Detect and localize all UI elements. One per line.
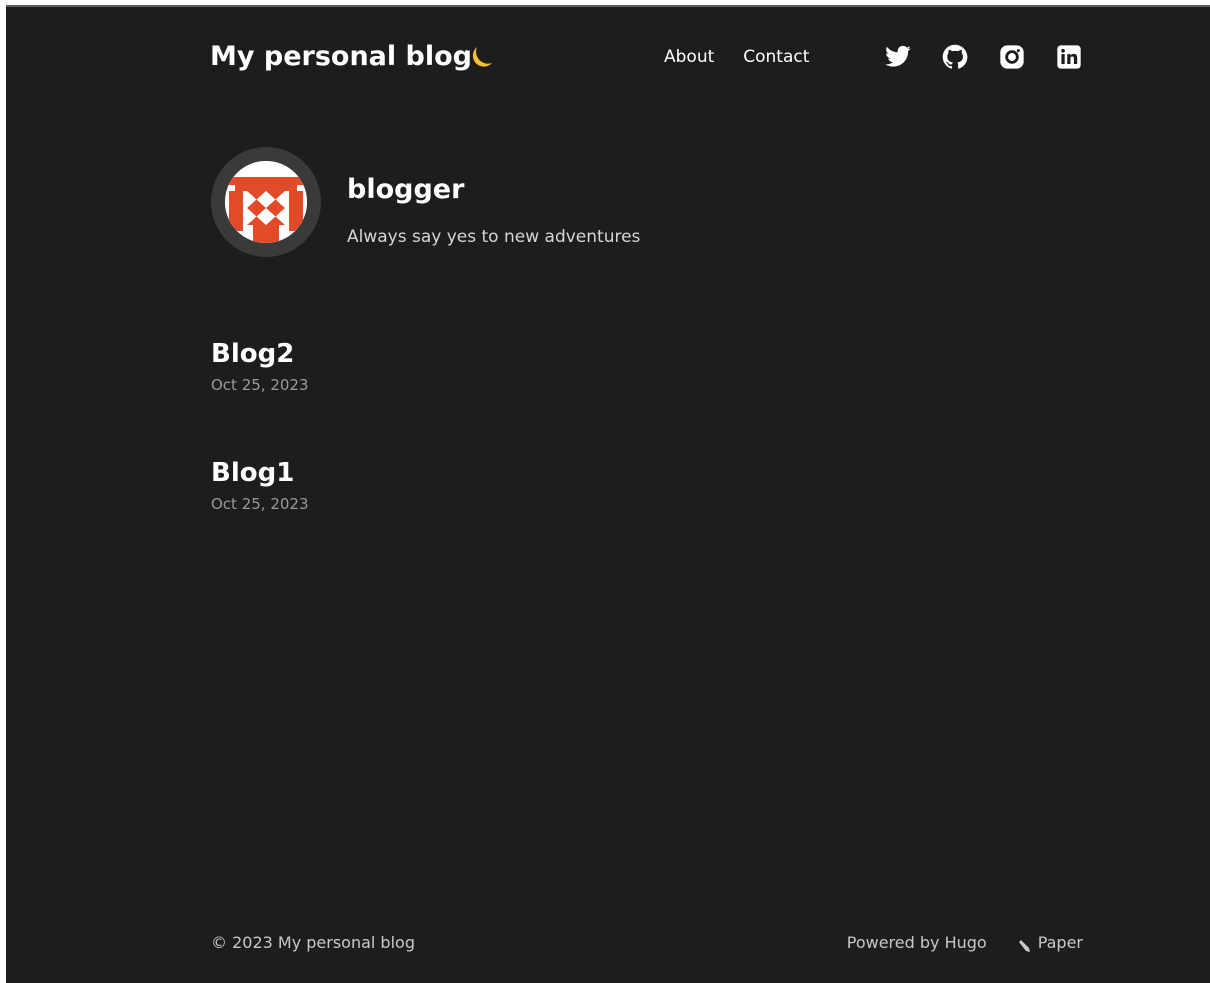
site-header: My personal blog About Contact: [210, 35, 1083, 79]
avatar-ring: [211, 147, 321, 257]
social-links: [884, 43, 1083, 71]
main-nav: About Contact: [664, 35, 838, 79]
site-footer: © 2023 My personal blog Powered by Hugo …: [211, 931, 1083, 955]
moon-icon[interactable]: [468, 43, 496, 71]
linkedin-icon[interactable]: [1055, 43, 1083, 71]
profile-bio: Always say yes to new adventures: [347, 227, 641, 247]
post-entry: Blog2 Oct 25, 2023: [211, 337, 811, 395]
github-icon[interactable]: [941, 43, 969, 71]
post-entry: Blog1 Oct 25, 2023: [211, 456, 811, 514]
site-title-link[interactable]: My personal blog: [210, 35, 472, 79]
profile-name: blogger: [347, 174, 465, 205]
copyright-text: © 2023 My personal blog: [211, 933, 415, 952]
nav-contact-link[interactable]: Contact: [743, 47, 809, 67]
nav-about-link[interactable]: About: [664, 47, 714, 67]
powered-by-hugo-link[interactable]: Powered by Hugo: [847, 931, 987, 955]
post-date: Oct 25, 2023: [211, 495, 309, 513]
profile-card: blogger Always say yes to new adventures: [211, 147, 711, 261]
post-title-link[interactable]: Blog2: [211, 337, 811, 371]
pen-icon: [1017, 936, 1031, 952]
paper-theme-link[interactable]: Paper: [1038, 931, 1083, 955]
post-date: Oct 25, 2023: [211, 376, 309, 394]
avatar: [225, 161, 307, 243]
post-title-link[interactable]: Blog1: [211, 456, 811, 490]
twitter-icon[interactable]: [884, 43, 912, 71]
page: My personal blog About Contact blogger A…: [6, 5, 1210, 983]
instagram-icon[interactable]: [998, 43, 1026, 71]
footer-credits: Powered by Hugo Paper: [847, 931, 1083, 955]
